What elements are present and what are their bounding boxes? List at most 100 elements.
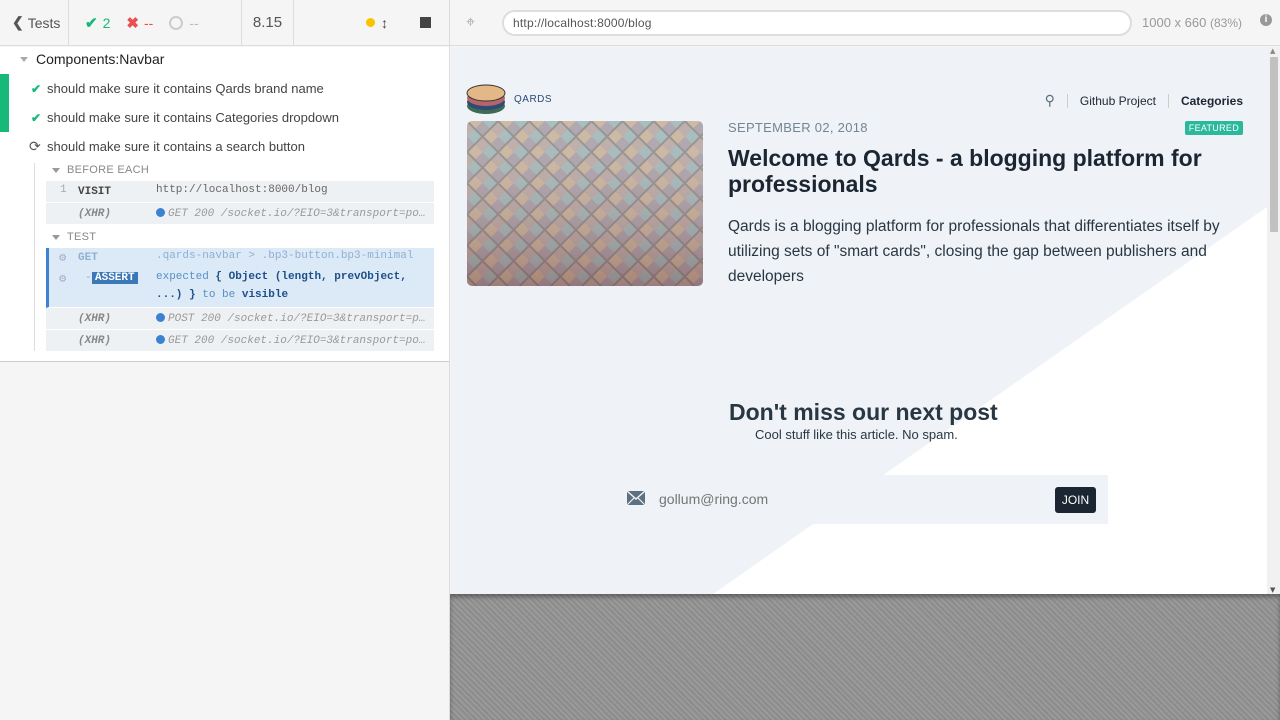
assert-to-be: to be — [202, 289, 236, 301]
viewport-scale: (83%) — [1209, 16, 1242, 30]
tiles-image — [467, 121, 703, 286]
scrollbar-thumb[interactable] — [1270, 57, 1278, 232]
duration: 8.15 — [242, 0, 294, 45]
newsletter-title: Don't miss our next post — [729, 399, 998, 425]
nav-divider — [1066, 93, 1068, 108]
command-message: GET 200 /socket.io/?EIO=3&transport=poll… — [156, 208, 432, 220]
newsletter-subtitle: Cool stuff like this article. No spam. — [755, 427, 958, 442]
stop-icon[interactable] — [420, 17, 431, 28]
suite-title-label: Components:Navbar — [36, 51, 165, 67]
post-excerpt: Qards is a blogging platform for profess… — [728, 218, 1220, 285]
passed-stat[interactable]: ✔ 2 — [85, 14, 110, 32]
xhr-status-dot — [156, 313, 165, 322]
caret-down-icon — [52, 234, 60, 240]
assert-visible: visible — [241, 289, 289, 301]
xhr-status-dot — [156, 208, 165, 217]
command-message: POST 200 /socket.io/?EIO=3&transport=pol… — [156, 313, 432, 325]
featured-badge: FEATURED — [1184, 121, 1243, 135]
failed-stat[interactable]: ✖ -- — [126, 14, 153, 32]
pass-indicator — [0, 74, 9, 103]
test-title: should make sure it contains Categories … — [47, 110, 339, 125]
x-icon: ✖ — [126, 14, 139, 32]
command-message: .qards-navbar > .bp3-button.bp3-minimal — [156, 250, 414, 262]
pending-gear-icon: ⚙ — [59, 251, 67, 265]
tree-line — [34, 163, 35, 351]
mail-icon — [626, 490, 646, 506]
command-name: (XHR) — [78, 208, 112, 220]
nav-categories-dropdown[interactable]: Categories — [1181, 94, 1243, 108]
scroll-toggle-icon[interactable]: ↕ — [381, 15, 388, 31]
caret-down-icon — [20, 56, 28, 62]
before-each-hook[interactable]: BEFORE EACH — [52, 164, 149, 176]
test-row[interactable]: ✔ should make sure it contains Categorie… — [0, 103, 449, 132]
assert-expected: expected — [156, 271, 209, 283]
post-cover-image[interactable] — [467, 121, 703, 286]
pending-ring-icon — [169, 15, 184, 30]
aut-empty-area — [450, 594, 1280, 720]
aut-header: ⌖ http://localhost:8000/blog 1000 x 660 … — [450, 0, 1280, 46]
test-title: should make sure it contains a search bu… — [47, 139, 305, 154]
pending-count: -- — [189, 14, 199, 31]
xhr-text: GET 200 /socket.io/?EIO=3&transport=poll… — [168, 335, 432, 347]
nav-divider — [1167, 93, 1169, 108]
assert-dash: - — [85, 272, 92, 284]
test-stats: ✔ 2 ✖ -- -- — [69, 0, 242, 45]
hook-title: BEFORE EACH — [67, 164, 150, 176]
runnable-list: Components:Navbar ✔ should make sure it … — [0, 47, 449, 362]
assert-message: expected { Object (length, prevObject, — [156, 271, 407, 283]
command-visit[interactable]: 1 VISIT http://localhost:8000/blog — [46, 181, 434, 203]
command-name: (XHR) — [78, 313, 112, 325]
brand-name: QARDS — [514, 93, 553, 105]
command-xhr[interactable]: (XHR) POST 200 /socket.io/?EIO=3&transpo… — [46, 308, 434, 330]
test-row[interactable]: ✔ should make sure it contains Qards bra… — [0, 74, 449, 103]
reporter-panel: ❮ Tests ✔ 2 ✖ -- -- 8.15 ↕ Components:Na… — [0, 0, 450, 720]
assert-message-cont: ...) } to be visible — [156, 289, 288, 301]
command-get-assert[interactable]: ⚙ GET .qards-navbar > .bp3-button.bp3-mi… — [46, 248, 434, 308]
site-navbar: ⚲ Github Project Categories — [1045, 92, 1243, 109]
url-bar[interactable]: http://localhost:8000/blog — [502, 10, 1132, 36]
scroll-down-icon[interactable]: ▼ — [1270, 586, 1275, 594]
page-scrollbar[interactable]: ▲ ▼ — [1267, 47, 1280, 594]
test-title: should make sure it contains Qards brand… — [47, 81, 324, 96]
search-icon[interactable]: ⚲ — [1045, 92, 1055, 109]
test-row-active[interactable]: ⟳ should make sure it contains a search … — [0, 132, 449, 161]
reporter-header: ❮ Tests ✔ 2 ✖ -- -- 8.15 ↕ — [0, 0, 449, 46]
join-button[interactable]: JOIN — [1055, 487, 1096, 513]
tests-button[interactable]: ❮ Tests — [0, 0, 69, 45]
xhr-text: GET 200 /socket.io/?EIO=3&transport=poll… — [168, 208, 432, 220]
refresh-spinner-icon: ⟳ — [29, 138, 41, 154]
command-xhr[interactable]: (XHR) GET 200 /socket.io/?EIO=3&transpor… — [46, 203, 434, 225]
newsletter-form: JOIN — [611, 475, 1108, 524]
command-name: (XHR) — [78, 335, 112, 347]
info-icon[interactable]: i — [1260, 14, 1272, 26]
xhr-text: POST 200 /socket.io/?EIO=3&transport=pol… — [168, 313, 432, 325]
qards-logo-icon — [466, 84, 506, 114]
test-hook[interactable]: TEST — [52, 231, 96, 243]
brand-logo[interactable]: QARDS — [466, 82, 552, 116]
tests-label: Tests — [27, 14, 61, 31]
check-icon: ✔ — [85, 14, 98, 32]
nav-github-link[interactable]: Github Project — [1080, 94, 1156, 108]
status-dot-icon — [366, 18, 375, 27]
caret-down-icon — [52, 167, 60, 173]
passed-count: 2 — [102, 14, 111, 31]
xhr-status-dot — [156, 335, 165, 344]
assert-subject: { Object (length, prevObject, — [215, 271, 407, 283]
selector-playground-icon[interactable]: ⌖ — [466, 14, 475, 32]
viewport-size: 1000 x 660 — [1142, 15, 1207, 30]
check-icon: ✔ — [31, 81, 42, 96]
suite-title[interactable]: Components:Navbar — [20, 51, 164, 67]
aut-iframe: QARDS ⚲ Github Project Categories SEPTEM… — [451, 47, 1280, 594]
assert-subject-cont: ...) } — [156, 289, 196, 301]
hook-title: TEST — [67, 231, 97, 243]
command-message: GET 200 /socket.io/?EIO=3&transport=poll… — [156, 335, 432, 347]
email-field[interactable] — [659, 491, 1039, 507]
pending-gear-icon: ⚙ — [59, 272, 67, 286]
pending-stat[interactable]: -- — [169, 14, 199, 31]
command-name: VISIT — [78, 186, 112, 198]
failed-count: -- — [143, 14, 154, 31]
run-controls: ↕ — [294, 0, 449, 45]
command-xhr[interactable]: (XHR) GET 200 /socket.io/?EIO=3&transpor… — [46, 330, 434, 352]
scroll-up-icon[interactable]: ▲ — [1270, 47, 1275, 55]
post-title[interactable]: Welcome to Qards - a blogging platform f… — [728, 145, 1228, 197]
